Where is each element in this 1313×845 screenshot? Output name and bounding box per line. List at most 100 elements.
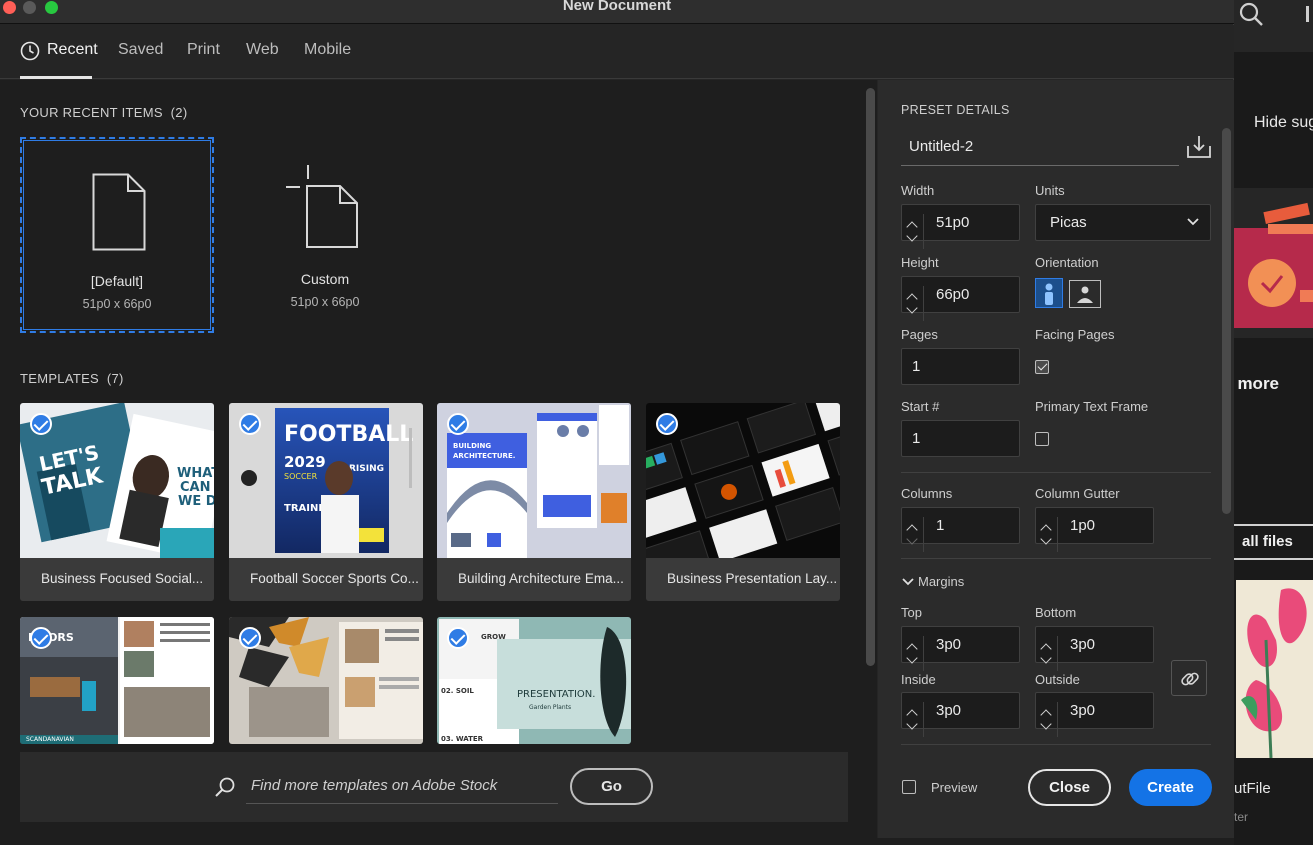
outside-margin-input[interactable]: 3p0 [1035,692,1154,737]
units-select[interactable]: Picas [1035,204,1211,241]
columns-value: 1 [936,517,945,534]
pages-value: 1 [912,358,921,375]
thumb-soccer-text: SOCCER [284,472,318,481]
link-margins-button[interactable] [1171,660,1207,696]
recent-item-name: [Default] [90,273,144,289]
hide-suggestions-link[interactable]: Hide sugg [1254,114,1313,132]
columns-input[interactable]: 1 [901,507,1020,552]
thumb-what-text: WHAT [177,466,214,481]
clock-icon [20,41,40,61]
checkmark-icon [239,413,261,435]
units-label: Units [1035,183,1065,198]
facing-pages-checkbox[interactable] [1035,360,1049,374]
save-preset-icon[interactable] [1186,134,1212,160]
thumb-year-text: 2029 [284,453,326,471]
columns-label: Columns [901,486,953,501]
template-interiors[interactable]: ERIORS SCANDANAVIAN [20,617,214,744]
new-document-dialog: New Document Recent Saved Print Web Mobi… [0,0,1234,838]
file-thumbnail[interactable] [1236,580,1313,758]
tab-recent[interactable]: Recent [47,41,98,59]
top-margin-stepper[interactable] [902,636,924,671]
width-stepper[interactable] [902,214,924,249]
outside-margin-stepper[interactable] [1036,702,1058,737]
thumb-football-text: FOOTBALL [284,422,413,447]
tab-mobile[interactable]: Mobile [304,41,351,59]
top-margin-input[interactable]: 3p0 [901,626,1020,671]
all-files-button[interactable]: all files [1234,524,1313,560]
start-value: 1 [912,430,921,447]
search-icon[interactable] [1238,0,1266,28]
landscape-orientation-button[interactable] [1069,280,1101,308]
template-caption: Business Focused Social... [20,558,214,601]
tab-saved[interactable]: Saved [118,41,163,59]
adobe-stock-search: Find more templates on Adobe Stock Go [20,752,848,822]
menu-icon[interactable] [1306,6,1312,22]
height-stepper[interactable] [902,286,924,321]
document-name-value: Untitled-2 [909,138,974,155]
recent-item-size: 51p0 x 66p0 [290,295,360,309]
width-input[interactable]: 51p0 [901,204,1020,249]
thumb-building-text: BUILDING [453,442,491,450]
custom-document-icon [286,165,358,248]
columns-stepper[interactable] [902,517,924,552]
portrait-orientation-button[interactable] [1035,278,1063,308]
orientation-label: Orientation [1035,255,1099,270]
thumb-can-text: CAN [180,480,210,495]
primary-text-frame-checkbox[interactable] [1035,432,1049,446]
create-button[interactable]: Create [1129,769,1212,806]
template-business-presentation[interactable]: Business Presentation Lay... [646,403,840,601]
preset-details-heading: PRESET DETAILS [901,103,1010,117]
preview-checkbox[interactable] [902,780,916,794]
recent-item-custom[interactable]: Custom 51p0 x 66p0 [228,137,422,333]
learn-more-link[interactable]: l more [1234,374,1279,394]
thumb-garden-text: Garden Plants [529,704,571,711]
thumb-scandanavian-text: SCANDANAVIAN [26,736,74,743]
thumb-rising-text: RISING [349,464,384,474]
margins-toggle[interactable]: Margins [901,574,1021,592]
start-label: Start # [901,399,940,414]
pages-input[interactable]: 1 [901,348,1020,385]
gutter-stepper[interactable] [1036,517,1058,552]
preview-label: Preview [931,780,978,795]
template-caption: Business Presentation Lay... [646,558,840,601]
column-gutter-input[interactable]: 1p0 [1035,507,1154,552]
outside-margin-label: Outside [1035,672,1080,687]
window-title: New Document [562,0,672,14]
checkmark-icon [239,627,261,649]
background-app: Hide sugg l more all files utFile ter [1234,0,1313,845]
column-gutter-label: Column Gutter [1035,486,1120,501]
tab-web[interactable]: Web [246,41,279,59]
template-interior-magazine[interactable] [229,617,423,744]
bottom-margin-input[interactable]: 3p0 [1035,626,1154,671]
active-tab-indicator [20,76,92,79]
go-button[interactable]: Go [570,768,653,805]
inside-margin-input[interactable]: 3p0 [901,692,1020,737]
templates-heading: TEMPLATES (7) [20,371,124,386]
preset-details-scrollbar[interactable] [1222,128,1231,514]
divider [901,744,1211,745]
stock-search-placeholder: Find more templates on Adobe Stock [251,777,498,794]
close-button[interactable]: Close [1028,769,1111,806]
document-name-input[interactable]: Untitled-2 [901,128,1179,166]
bottom-margin-stepper[interactable] [1036,636,1058,671]
templates-scrollbar[interactable] [866,88,875,666]
recent-items-heading: YOUR RECENT ITEMS (2) [20,105,188,120]
height-value: 66p0 [936,286,970,303]
start-input[interactable]: 1 [901,420,1020,457]
recent-item-default[interactable]: [Default] 51p0 x 66p0 [20,137,214,333]
template-football-soccer[interactable]: FOOTBALL 2029 SOCCER TRAINING RISING Foo… [229,403,423,601]
template-building-architecture[interactable]: BUILDING ARCHITECTURE. Building Architec… [437,403,631,601]
template-caption: Football Soccer Sports Co... [229,558,423,601]
height-input[interactable]: 66p0 [901,276,1020,321]
thumb-soil-text: 02. SOIL [441,687,474,695]
pages-label: Pages [901,327,938,342]
thumb-wedo-text: WE D [178,494,214,509]
tab-print[interactable]: Print [187,41,220,59]
template-garden-presentation[interactable]: GROW 02. SOIL 03. WATER PRESENTATION. Ga… [437,617,631,744]
inside-margin-stepper[interactable] [902,702,924,737]
template-business-social[interactable]: LET'S TALK WHAT CAN WE D Business Focuse… [20,403,214,601]
bottom-margin-value: 3p0 [1070,636,1096,653]
document-icon [92,173,146,251]
facing-pages-label: Facing Pages [1035,327,1115,342]
top-margin-value: 3p0 [936,636,962,653]
